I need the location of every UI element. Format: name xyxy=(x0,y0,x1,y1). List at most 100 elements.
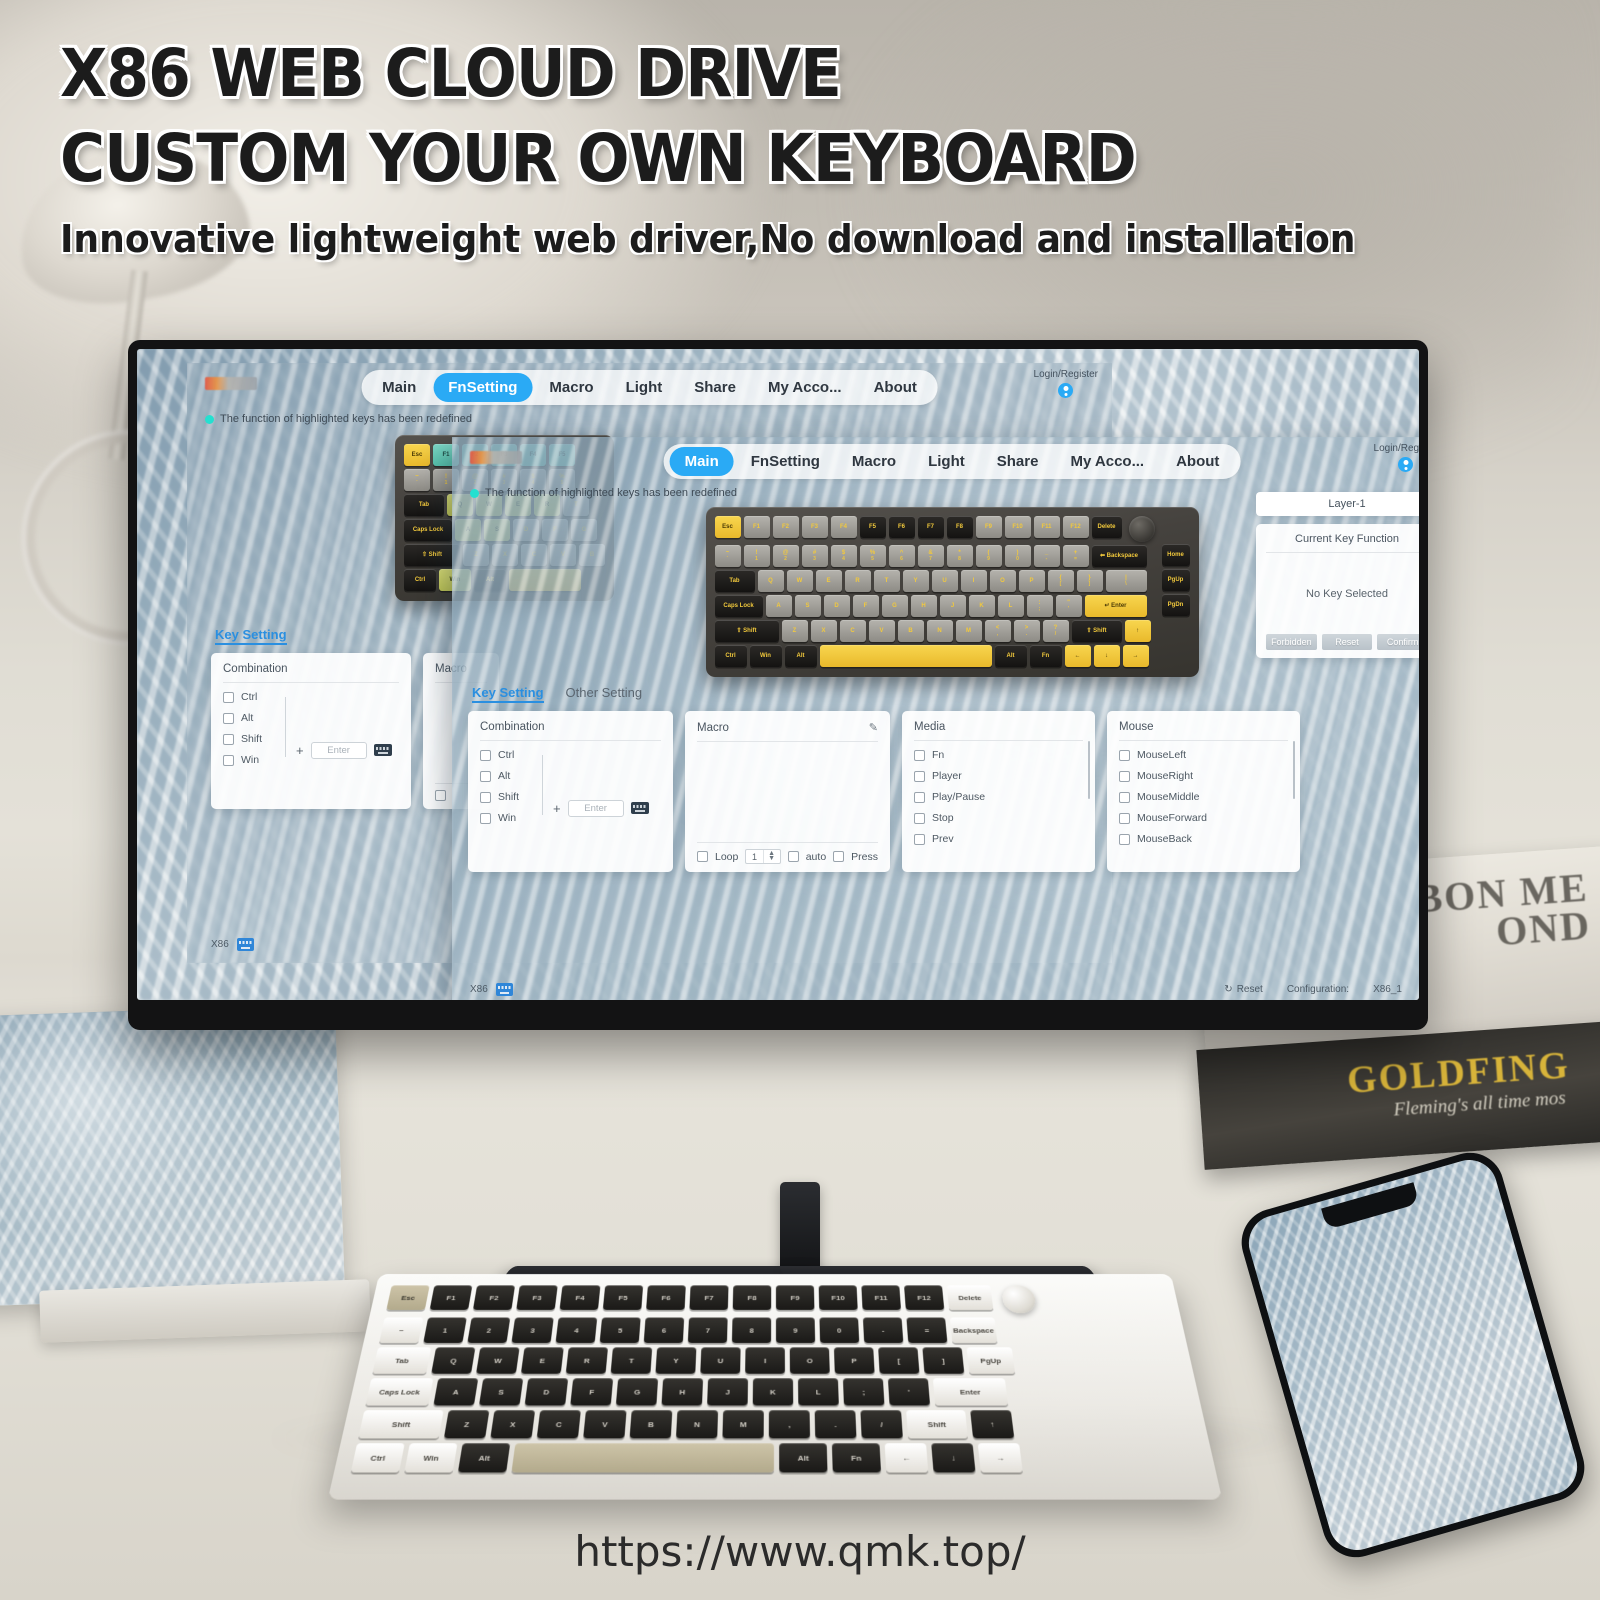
key-k[interactable]: K xyxy=(968,595,995,617)
mouse-mouseback-checkbox[interactable] xyxy=(1119,833,1130,845)
key-l[interactable]: L xyxy=(997,595,1024,617)
key-x[interactable]: X xyxy=(810,620,837,642)
loop-count-stepper[interactable]: 1 ▲ ▼ xyxy=(745,849,781,864)
key-key[interactable]: | \ xyxy=(1105,570,1147,592)
back-nav-item-fnsetting[interactable]: FnSetting xyxy=(433,373,533,402)
key-w[interactable]: W xyxy=(786,570,813,592)
key-key[interactable]: _ - xyxy=(1033,545,1060,567)
combination-row[interactable]: Win xyxy=(480,812,542,824)
key-key[interactable]: ← xyxy=(1064,645,1091,667)
back-login-register-button[interactable]: Login/Register xyxy=(1034,369,1098,398)
back-key-ctrl[interactable]: Ctrl xyxy=(404,569,436,591)
key-pgup[interactable]: PgUp xyxy=(1161,569,1190,591)
back-combination-alt-checkbox[interactable] xyxy=(223,712,234,724)
back-combination-row[interactable]: Win xyxy=(223,754,285,766)
key-f7[interactable]: F7 xyxy=(917,516,944,538)
key-b[interactable]: B xyxy=(897,620,924,642)
media-prev-checkbox[interactable] xyxy=(914,833,925,845)
mouse-mouseright-checkbox[interactable] xyxy=(1119,770,1130,782)
key-f3[interactable]: F3 xyxy=(801,516,828,538)
media-row[interactable]: Prev xyxy=(914,833,1083,845)
key-f2[interactable]: F2 xyxy=(772,516,799,538)
key-f4[interactable]: F4 xyxy=(830,516,857,538)
key-key[interactable]: >. xyxy=(1013,620,1040,642)
layer-select[interactable]: Layer-1 xyxy=(1256,492,1419,516)
key-caps-lock[interactable]: Caps Lock xyxy=(714,595,763,617)
key-i[interactable]: I xyxy=(960,570,987,592)
key-tab[interactable]: Tab xyxy=(714,570,755,592)
back-nav-item-main[interactable]: Main xyxy=(367,373,431,402)
combination-row[interactable]: Alt xyxy=(480,770,542,782)
back-combination-row[interactable]: Alt xyxy=(223,712,285,724)
key-win[interactable]: Win xyxy=(749,645,782,667)
back-combination-key-input[interactable]: Enter xyxy=(310,741,367,759)
key-p[interactable]: P xyxy=(1018,570,1045,592)
key-r[interactable]: R xyxy=(844,570,871,592)
mouse-row[interactable]: MouseLeft xyxy=(1119,749,1288,761)
main-navigation[interactable]: Main FnSetting Macro Light Share My Acco... Ab… xyxy=(663,444,1241,479)
media-play-pause-checkbox[interactable] xyxy=(914,791,925,803)
key-key[interactable]: * 8 xyxy=(946,545,973,567)
key-f11[interactable]: F11 xyxy=(1033,516,1060,538)
key-key[interactable]: }] xyxy=(1076,570,1103,592)
key-key[interactable]: ) 0 xyxy=(1004,545,1031,567)
key-q[interactable]: Q xyxy=(757,570,784,592)
mouse-row[interactable]: MouseMiddle xyxy=(1119,791,1288,803)
back-window-nav[interactable]: Main FnSetting Macro Light Share My Acco... Ab… xyxy=(361,370,938,405)
key-key[interactable]: @2 xyxy=(772,545,799,567)
key-key[interactable]: (9 xyxy=(975,545,1002,567)
key-d[interactable]: D xyxy=(823,595,850,617)
nav-item-light[interactable]: Light xyxy=(913,447,980,476)
back-nav-item-light[interactable]: Light xyxy=(611,373,678,402)
forbidden-button[interactable]: Forbidden xyxy=(1266,634,1317,650)
key-f9[interactable]: F9 xyxy=(975,516,1002,538)
key-f12[interactable]: F12 xyxy=(1062,516,1089,538)
keyboard-picker-icon[interactable] xyxy=(630,802,649,814)
back-nav-item-my-acco[interactable]: My Acco... xyxy=(753,373,857,402)
nav-item-about[interactable]: About xyxy=(1161,447,1234,476)
back-combination-row[interactable]: Ctrl xyxy=(223,691,285,703)
key-j[interactable]: J xyxy=(939,595,966,617)
media-player-checkbox[interactable] xyxy=(914,770,925,782)
setting-tabs[interactable]: Key Setting Other Setting xyxy=(452,677,1419,703)
key-f10[interactable]: F10 xyxy=(1004,516,1031,538)
key-home[interactable]: Home xyxy=(1161,544,1190,566)
media-scrollbar[interactable] xyxy=(1087,741,1090,799)
combination-alt-checkbox[interactable] xyxy=(480,770,491,782)
key-key[interactable]: ! 1 xyxy=(743,545,770,567)
back-key-tab[interactable]: Tab xyxy=(404,494,444,516)
key-f6[interactable]: F6 xyxy=(888,516,915,538)
key-m[interactable]: M xyxy=(955,620,982,642)
key-key[interactable]: ↓ xyxy=(1093,645,1120,667)
nav-item-my-acco[interactable]: My Acco... xyxy=(1055,447,1159,476)
key-y[interactable]: Y xyxy=(902,570,929,592)
key-key[interactable]: {[ xyxy=(1047,570,1074,592)
nav-item-fnsetting[interactable]: FnSetting xyxy=(736,447,835,476)
key-n[interactable]: N xyxy=(926,620,953,642)
auto-checkbox[interactable] xyxy=(787,851,799,862)
key-alt[interactable]: Alt xyxy=(994,645,1027,667)
stepper-arrows-icon[interactable]: ▲ ▼ xyxy=(762,850,780,863)
macro-editor-area[interactable] xyxy=(697,750,878,842)
media-fn-checkbox[interactable] xyxy=(914,749,925,761)
combination-row[interactable]: Ctrl xyxy=(480,749,542,761)
key-pgdn[interactable]: PgDn xyxy=(1161,594,1190,616)
mouse-row[interactable]: MouseBack xyxy=(1119,833,1288,845)
nav-item-macro[interactable]: Macro xyxy=(837,447,911,476)
key-delete[interactable]: Delete xyxy=(1091,516,1122,538)
key-alt[interactable]: Alt xyxy=(784,645,817,667)
back-loop-checkbox[interactable] xyxy=(435,790,446,801)
back-combination-shift-checkbox[interactable] xyxy=(223,733,234,745)
media-stop-checkbox[interactable] xyxy=(914,812,925,824)
key-v[interactable]: V xyxy=(868,620,895,642)
back-key-esc[interactable]: Esc xyxy=(404,444,430,466)
key-backspace[interactable]: ⬅ Backspace xyxy=(1091,545,1147,567)
nav-item-main[interactable]: Main xyxy=(669,447,734,476)
nav-item-share[interactable]: Share xyxy=(982,447,1054,476)
key-f1[interactable]: F1 xyxy=(743,516,770,538)
back-nav-item-share[interactable]: Share xyxy=(679,373,751,402)
combination-shift-checkbox[interactable] xyxy=(480,791,491,803)
mouse-row[interactable]: MouseForward xyxy=(1119,812,1288,824)
keyboard-picker-icon[interactable] xyxy=(373,744,392,756)
back-combination-ctrl-checkbox[interactable] xyxy=(223,691,234,703)
